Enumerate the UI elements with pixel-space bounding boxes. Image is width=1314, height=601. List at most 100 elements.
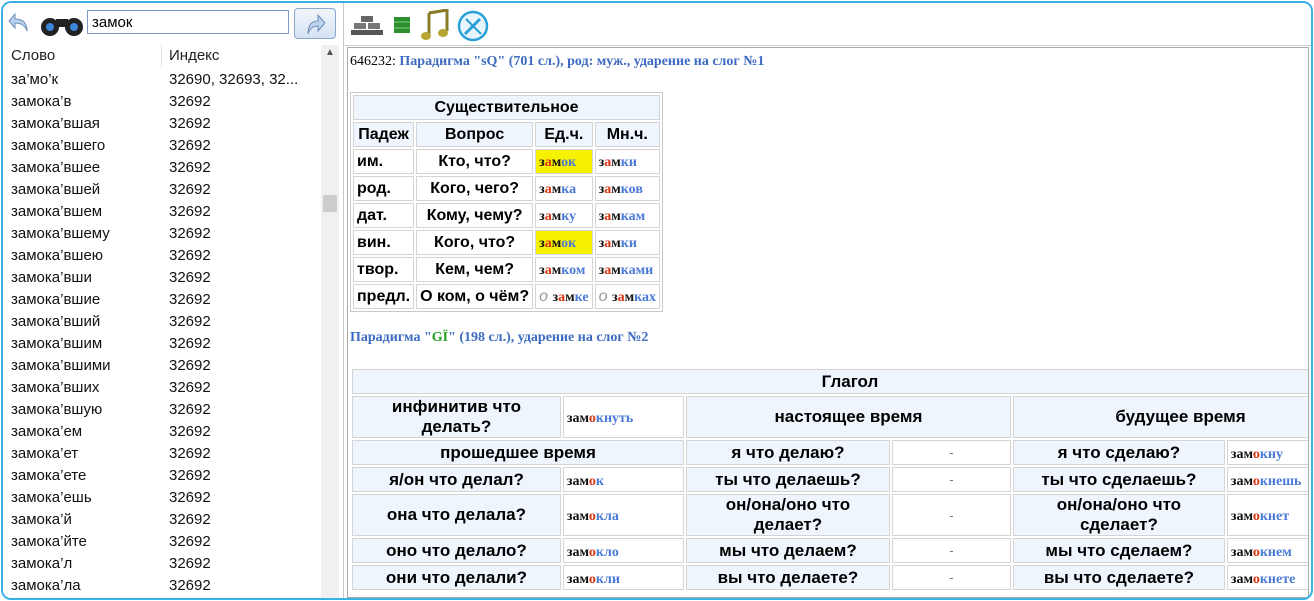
list-item[interactable]: замока’вший 32692 xyxy=(3,311,321,333)
future-question: ты что сделаешь? xyxy=(1012,467,1225,492)
green-square-icon[interactable] xyxy=(393,16,411,34)
list-item[interactable]: замока’ла 32692 xyxy=(3,575,321,597)
future-question: мы что сделаем? xyxy=(1012,538,1225,563)
verb-table-title: Глагол xyxy=(352,369,1308,394)
list-item-index: 32692 xyxy=(169,159,211,176)
future-form: замокну xyxy=(1226,440,1308,465)
list-item-word: замока’вший xyxy=(11,313,101,330)
list-item[interactable]: замока’вшая 32692 xyxy=(3,113,321,135)
case-name: род. xyxy=(353,176,415,201)
list-item[interactable]: замока’ет 32692 xyxy=(3,443,321,465)
word-list: за’мо’к 32690, 32693, 32... замока’в 32692 з… xyxy=(3,69,321,598)
list-item-index: 32692 xyxy=(169,379,211,396)
list-item[interactable]: замока’й 32692 xyxy=(3,509,321,531)
verb-table: Глагол инфинитив что делать? замокнуть н… xyxy=(350,367,1308,592)
list-item[interactable]: за’мо’к 32690, 32693, 32... xyxy=(3,69,321,91)
header-plural: Мн.ч. xyxy=(594,122,660,147)
list-item[interactable]: замока’вших 32692 xyxy=(3,377,321,399)
future-form: замокнет xyxy=(1226,494,1308,536)
list-header: Слово Индекс xyxy=(3,45,321,67)
list-item-word: замока’вшею xyxy=(11,247,104,264)
list-item[interactable]: замока’ешь 32692 xyxy=(3,487,321,509)
plural-form: замками xyxy=(594,257,660,282)
list-item[interactable]: замока’вшую 32692 xyxy=(3,399,321,421)
present-question: вы что делаете? xyxy=(686,565,890,590)
list-item-index: 32692 xyxy=(169,313,211,330)
header-question: Вопрос xyxy=(416,122,534,147)
list-item[interactable]: замока’вшими 32692 xyxy=(3,355,321,377)
list-item-index: 32692 xyxy=(169,247,211,264)
list-item[interactable]: замока’вшему 32692 xyxy=(3,223,321,245)
list-item[interactable]: замока’вшего 32692 xyxy=(3,135,321,157)
past-tense-header: прошедшее время xyxy=(352,440,684,465)
up-arrow-button[interactable] xyxy=(294,8,336,39)
list-item-index: 32692 xyxy=(169,445,211,462)
present-form: - xyxy=(891,565,1011,590)
tools-icon[interactable] xyxy=(457,10,489,42)
header-singular: Ед.ч. xyxy=(535,122,593,147)
list-item[interactable]: замока’ете 32692 xyxy=(3,465,321,487)
list-item-word: замока’ет xyxy=(11,445,79,462)
plural-form: замки xyxy=(594,149,660,174)
case-name: твор. xyxy=(353,257,415,282)
future-form: замокнешь xyxy=(1226,467,1308,492)
list-item-word: замока’вшего xyxy=(11,137,106,154)
case-question: Кого, что? xyxy=(416,230,534,255)
list-item[interactable]: замока’вши 32692 xyxy=(3,267,321,289)
list-item-word: замока’вшую xyxy=(11,401,103,418)
list-item-index: 32692 xyxy=(169,357,211,374)
future-form: замокнем xyxy=(1226,538,1308,563)
bricks-icon[interactable] xyxy=(351,13,383,37)
list-item-index: 32692 xyxy=(169,181,211,198)
list-item[interactable]: замока’вшим 32692 xyxy=(3,333,321,355)
case-question: Кто, что? xyxy=(416,149,534,174)
case-name: предл. xyxy=(353,284,415,309)
music-note-icon[interactable] xyxy=(421,9,451,41)
noun-case-row: им. Кто, что? замок замки xyxy=(353,149,660,174)
list-item-index: 32692 xyxy=(169,203,211,220)
list-item-index: 32692 xyxy=(169,137,211,154)
list-item-word: замока’ла xyxy=(11,577,81,594)
past-question: оно что делало? xyxy=(352,538,561,563)
verb-header-prefix: Парадигма " xyxy=(350,330,432,345)
list-item[interactable]: замока’вшее 32692 xyxy=(3,157,321,179)
list-item-index: 32692 xyxy=(169,577,211,594)
plural-form: замки xyxy=(594,230,660,255)
noun-case-row: вин. Кого, что? замок замки xyxy=(353,230,660,255)
plural-form: замков xyxy=(594,176,660,201)
scroll-up-icon[interactable]: ▲ xyxy=(321,45,339,61)
paradigm-pane: 646232: Парадигма "sQ" (701 сл.), род: м… xyxy=(345,3,1311,598)
verb-row: она что делала? замокла он/она/оно что д… xyxy=(352,494,1308,536)
column-header-index[interactable]: Индекс xyxy=(169,47,219,64)
list-item-word: замока’ете xyxy=(11,467,87,484)
list-scrollbar[interactable]: ▲ xyxy=(321,45,339,598)
back-arrow-icon[interactable] xyxy=(7,11,33,37)
list-item[interactable]: замока’в 32692 xyxy=(3,91,321,113)
verb-header-suffix: " (198 сл.), ударение на слог №2 xyxy=(448,330,649,345)
column-header-word[interactable]: Слово xyxy=(11,47,55,64)
verb-row: они что делали? замокли вы что делаете? … xyxy=(352,565,1308,590)
list-item[interactable]: замока’вшей 32692 xyxy=(3,179,321,201)
list-item-word: замока’вшими xyxy=(11,357,111,374)
future-question: вы что сделаете? xyxy=(1012,565,1225,590)
app-window: Слово Индекс за’мо’к32690, 32693, 32...з… xyxy=(1,1,1313,600)
noun-paradigm-title[interactable]: Парадигма "sQ" (701 сл.), род: муж., уда… xyxy=(399,54,764,69)
noun-case-row: твор. Кем, чем? замком замками xyxy=(353,257,660,282)
scroll-thumb[interactable] xyxy=(323,195,337,212)
verb-paradigm-code: GÏ xyxy=(431,330,449,345)
plural-form: замкам xyxy=(594,203,660,228)
list-item-index: 32692 xyxy=(169,489,211,506)
list-item[interactable]: замока’йте 32692 xyxy=(3,531,321,553)
header-case: Падеж xyxy=(353,122,415,147)
present-tense-header: настоящее время xyxy=(686,396,1011,438)
list-item-index: 32692 xyxy=(169,467,211,484)
list-item[interactable]: замока’вшие 32692 xyxy=(3,289,321,311)
verb-paradigm-header[interactable]: Парадигма "GÏ" (198 сл.), ударение на сл… xyxy=(350,330,648,346)
list-item[interactable]: замока’ем 32692 xyxy=(3,421,321,443)
case-question: Кого, чего? xyxy=(416,176,534,201)
search-input[interactable] xyxy=(87,10,289,34)
binoculars-icon[interactable] xyxy=(39,13,85,37)
list-item[interactable]: замока’л 32692 xyxy=(3,553,321,575)
list-item[interactable]: замока’вшем 32692 xyxy=(3,201,321,223)
list-item[interactable]: замока’вшею 32692 xyxy=(3,245,321,267)
